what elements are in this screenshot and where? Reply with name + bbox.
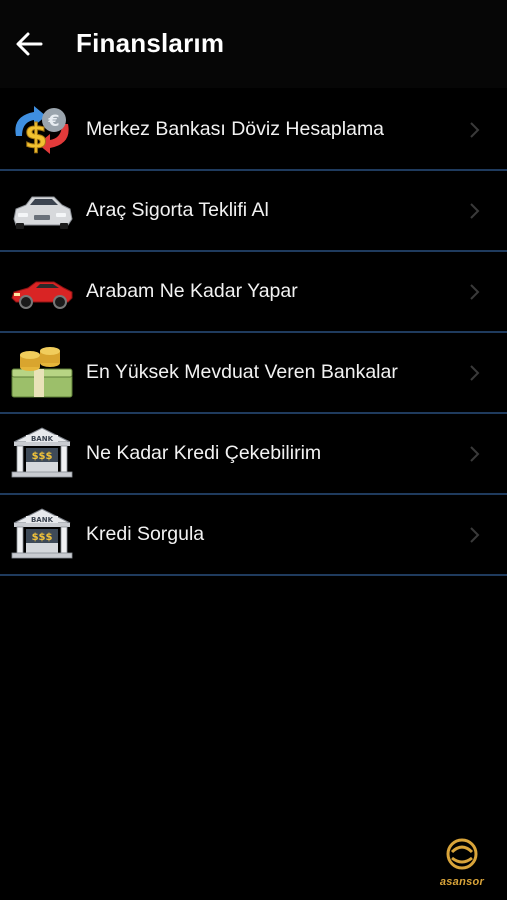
page-title: Finanslarım: [76, 28, 225, 58]
list-item-kredi-sorgula[interactable]: BANK $$$ Kredi Sorgula: [0, 495, 507, 576]
list-item-label: Araç Sigorta Teklifi Al: [86, 199, 269, 221]
svg-text:BANK: BANK: [31, 435, 54, 443]
list-item-arabam-ne-kadar[interactable]: Arabam Ne Kadar Yapar: [0, 252, 507, 333]
currency-exchange-icon: € $: [15, 106, 69, 158]
asansor-logo-icon: [446, 838, 478, 870]
list-item-label: Arabam Ne Kadar Yapar: [86, 280, 298, 302]
app-header: Finanslarım: [0, 0, 507, 88]
svg-text:$$$: $$$: [32, 532, 53, 543]
list-item-ne-kadar-kredi[interactable]: BANK $$$ Ne Kadar Kredi Çekebilirim: [0, 414, 507, 495]
chevron-right-icon: [470, 203, 480, 219]
list-item-label: Ne Kadar Kredi Çekebilirim: [86, 442, 322, 464]
chevron-right-icon: [470, 446, 480, 462]
bank-icon: BANK $$$: [11, 427, 73, 478]
brand-logo: asansor: [435, 838, 489, 888]
svg-text:$$$: $$$: [32, 451, 53, 462]
bank-icon: BANK $$$: [11, 508, 73, 559]
list-item-label: Merkez Bankası Döviz Hesaplama: [86, 118, 385, 140]
svg-text:$: $: [24, 117, 48, 157]
brand-logo-text: asansor: [439, 876, 485, 888]
back-arrow-icon[interactable]: [14, 30, 44, 58]
chevron-right-icon: [470, 284, 480, 300]
list-item-label: En Yüksek Mevduat Veren Bankalar: [86, 361, 398, 383]
chevron-right-icon: [470, 122, 480, 138]
list-item-mevduat-bankalar[interactable]: En Yüksek Mevduat Veren Bankalar: [0, 333, 507, 414]
silver-car-icon: [13, 196, 73, 229]
chevron-right-icon: [470, 527, 480, 543]
list-item-label: Kredi Sorgula: [86, 523, 205, 545]
list-item-doviz-hesaplama[interactable]: € $ Merkez Bankası Döviz Hesaplama: [0, 90, 507, 171]
svg-text:BANK: BANK: [31, 516, 54, 524]
list-item-arac-sigorta[interactable]: Araç Sigorta Teklifi Al: [0, 171, 507, 252]
chevron-right-icon: [470, 365, 480, 381]
svg-text:€: €: [47, 111, 59, 130]
red-car-icon: [11, 281, 73, 309]
finance-menu-list: € $ Merkez Bankası Döviz Hesaplama Araç …: [0, 90, 507, 576]
money-stack-icon: [11, 347, 73, 398]
